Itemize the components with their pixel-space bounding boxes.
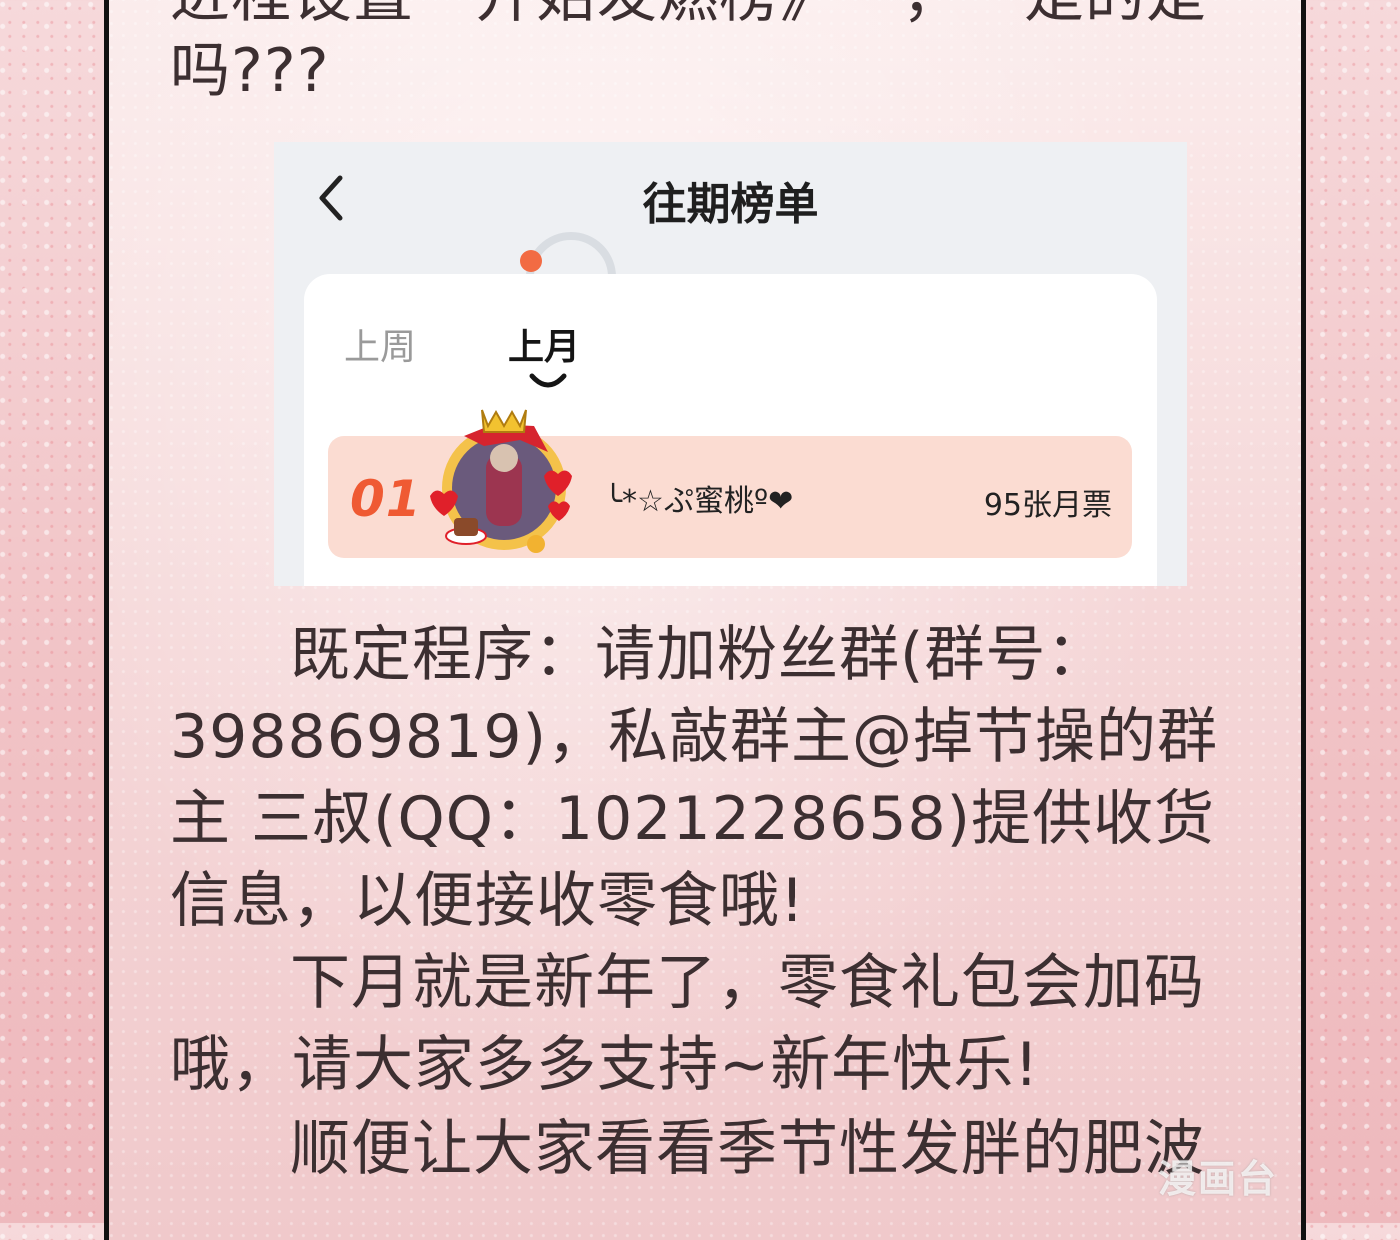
fan-name: ╰*☆ぷ蜜桃º❤ xyxy=(604,484,794,519)
vote-count: 95张月票 xyxy=(983,488,1112,523)
ranking-card: 上周 上月 01 ╰*☆ぷ蜜桃º❤ 95张月票 xyxy=(304,274,1157,586)
active-tab-indicator xyxy=(529,373,567,388)
top-text-end: 吗??? xyxy=(170,36,330,106)
rank-number: 01 xyxy=(350,470,422,528)
decor-dot xyxy=(520,250,542,272)
paragraph-cat: 顺便让大家看看季节性发胖的肥波 xyxy=(290,1114,1205,1184)
site-watermark: 漫画台 xyxy=(1158,1157,1279,1201)
paragraph-new-year: 下月就是新年了，零食礼包会加码哦，请大家多多支持~新年快乐! xyxy=(170,948,1205,1100)
tab-last-month[interactable]: 上月 xyxy=(508,318,580,370)
avatar xyxy=(430,409,572,553)
ranking-row[interactable]: 01 ╰*☆ぷ蜜桃º❤ 95张月票 xyxy=(328,409,1132,558)
tab-last-week[interactable]: 上周 xyxy=(344,318,416,370)
ranking-screenshot: 往期榜单 上周 上月 01 ╰*☆ぷ蜜桃º❤ 95张月票 xyxy=(274,142,1187,586)
paragraph-procedure: 既定程序：请加粉丝群(群号：398869819)，私敲群主@掉节操的群主 三叔(… xyxy=(170,620,1218,936)
page-title: 往期榜单 xyxy=(642,179,819,230)
